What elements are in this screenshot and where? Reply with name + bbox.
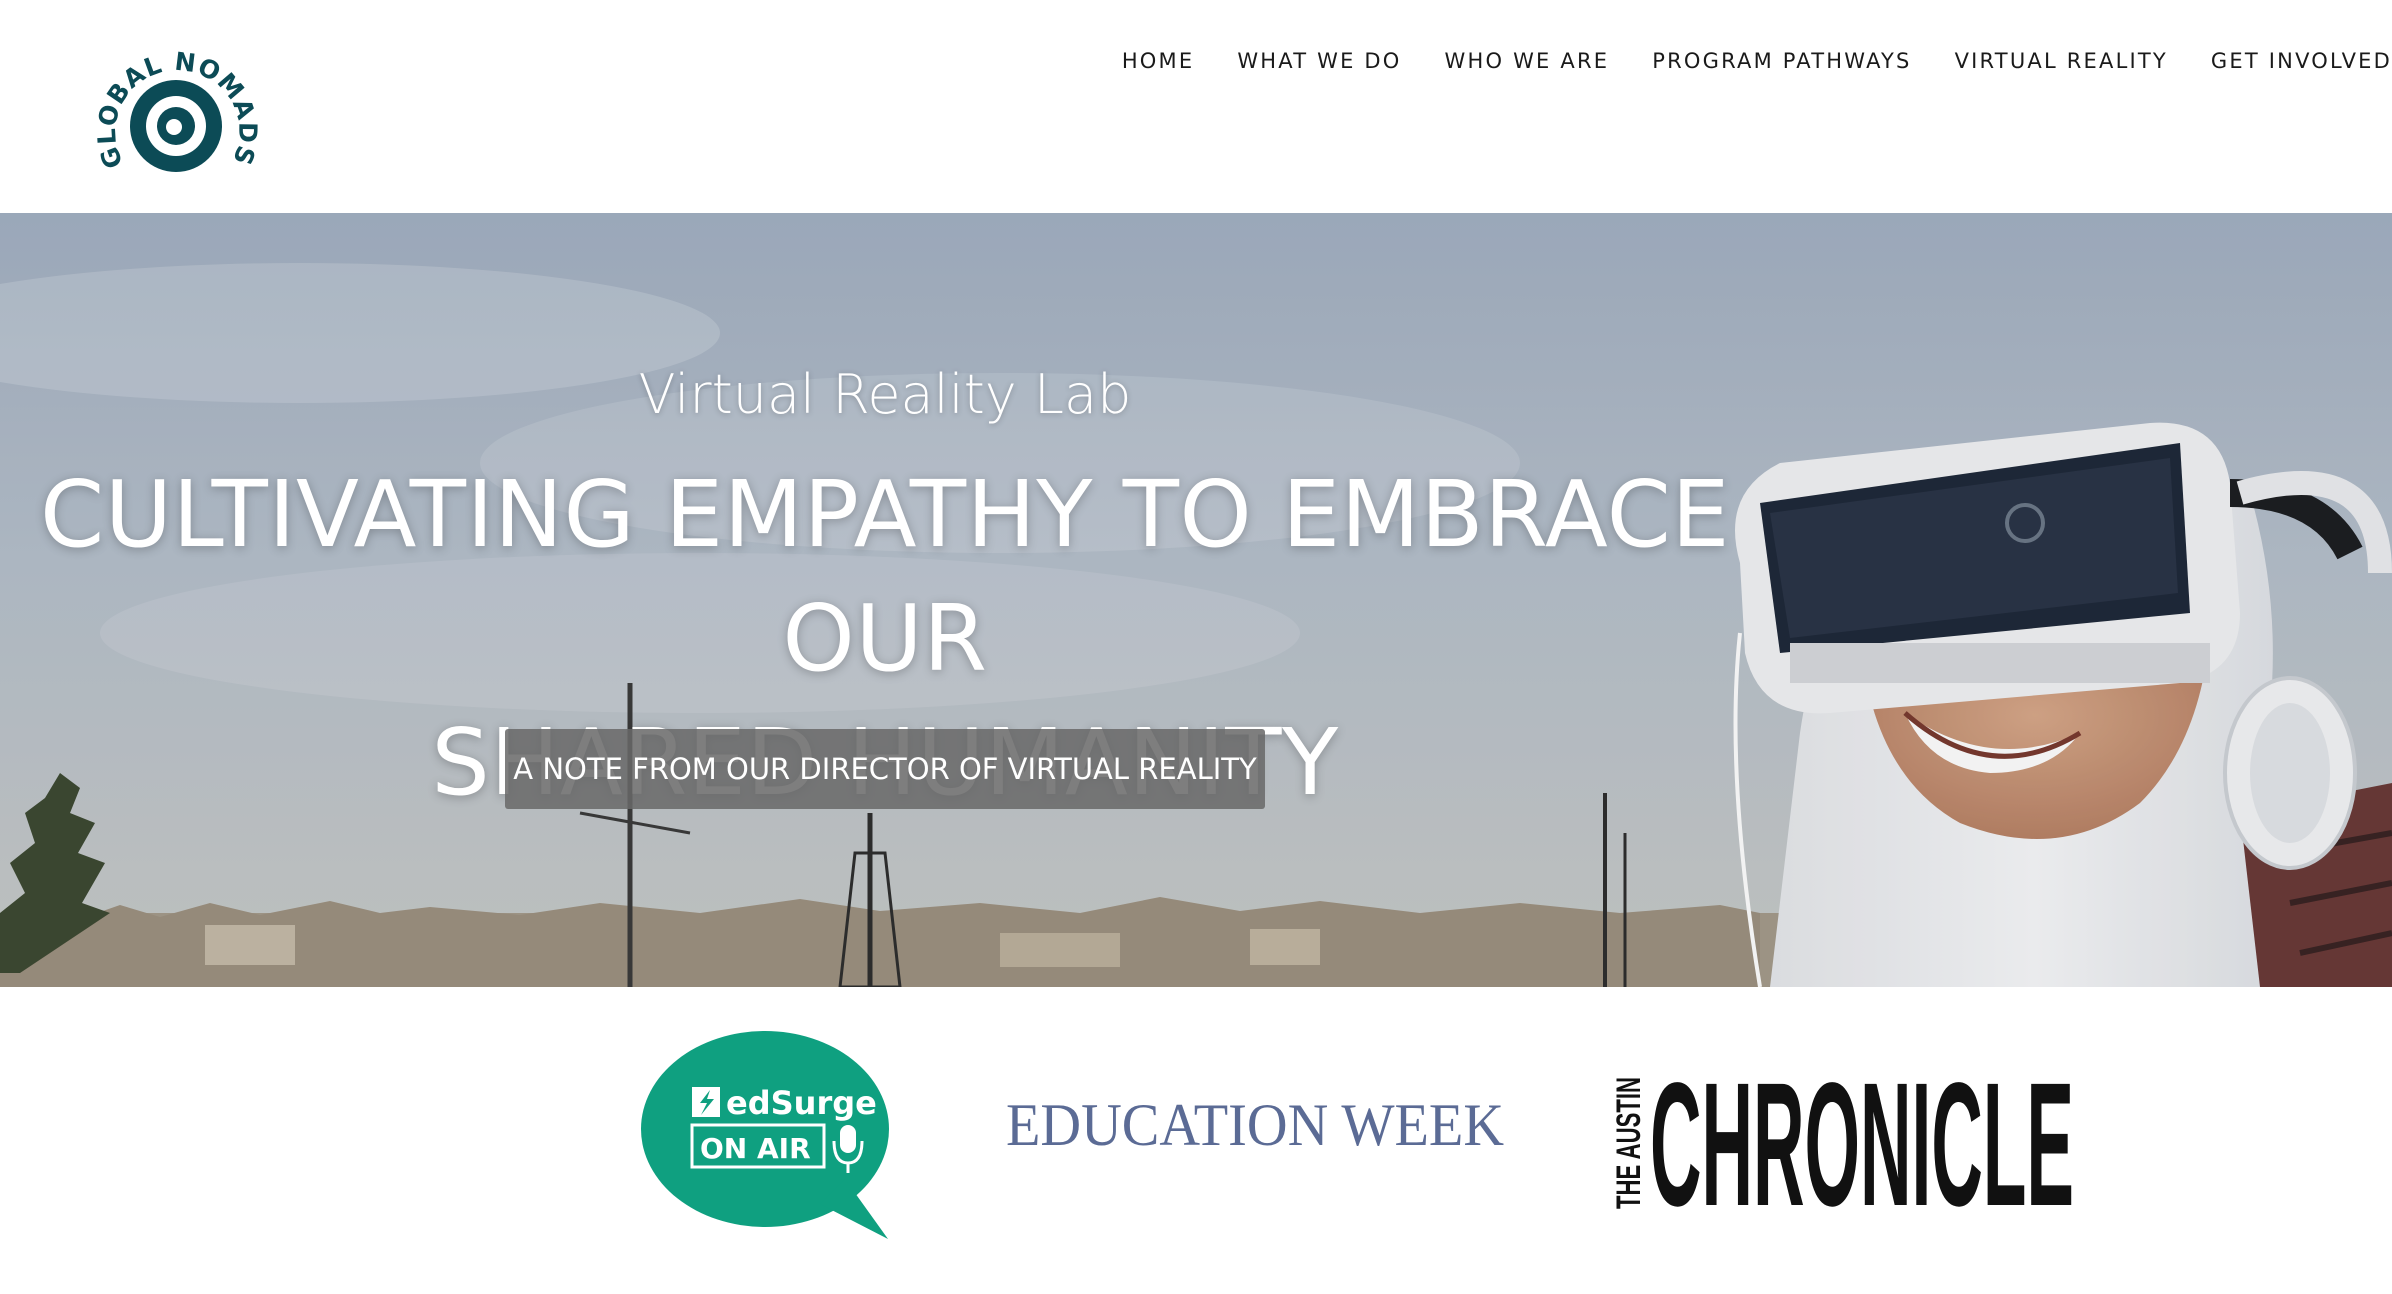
edsurge-on-air-logo[interactable]: edSurge ON AIR [640,1029,900,1249]
the-austin-label: THE AUSTIN [1610,1077,1648,1209]
nav-who-we-are[interactable]: WHO WE ARE [1445,49,1610,73]
on-air-label: ON AIR [700,1132,811,1165]
hero-title-line-1: CULTIVATING EMPATHY TO EMBRACE OUR [39,461,1731,692]
main-nav: HOME WHAT WE DO WHO WE ARE PROGRAM PATHW… [1079,44,2392,78]
press-logos: edSurge ON AIR EDUCATION WEEK THE AUSTIN… [0,987,2392,1294]
education-week-wordmark: EDUCATION WEEK [1006,1092,1504,1158]
site-header: GLOBAL NOMADS GROUP HOME WHAT WE DO WHO … [0,0,2392,213]
nav-what-we-do[interactable]: WHAT WE DO [1237,49,1401,73]
nav-get-involved[interactable]: GET INVOLVED [2211,49,2392,73]
hero-section: Virtual Reality Lab CULTIVATING EMPATHY … [0,213,2392,987]
global-nomads-group-logo[interactable]: GLOBAL NOMADS GROUP [76,26,272,192]
nav-program-pathways[interactable]: PROGRAM PATHWAYS [1652,49,1911,73]
hero-subtitle: Virtual Reality Lab [638,363,1132,426]
nav-virtual-reality[interactable]: VIRTUAL REALITY [1955,49,2168,73]
chronicle-wordmark: CHRONICLE [1650,1071,2074,1211]
nav-home[interactable]: HOME [1122,49,1195,73]
edsurge-wordmark: edSurge [726,1084,877,1122]
education-week-logo[interactable]: EDUCATION WEEK [1004,1067,1508,1167]
austin-chronicle-logo[interactable]: THE AUSTIN CHRONICLE [1600,1071,2080,1211]
director-note-button[interactable]: A NOTE FROM OUR DIRECTOR OF VIRTUAL REAL… [505,729,1265,809]
